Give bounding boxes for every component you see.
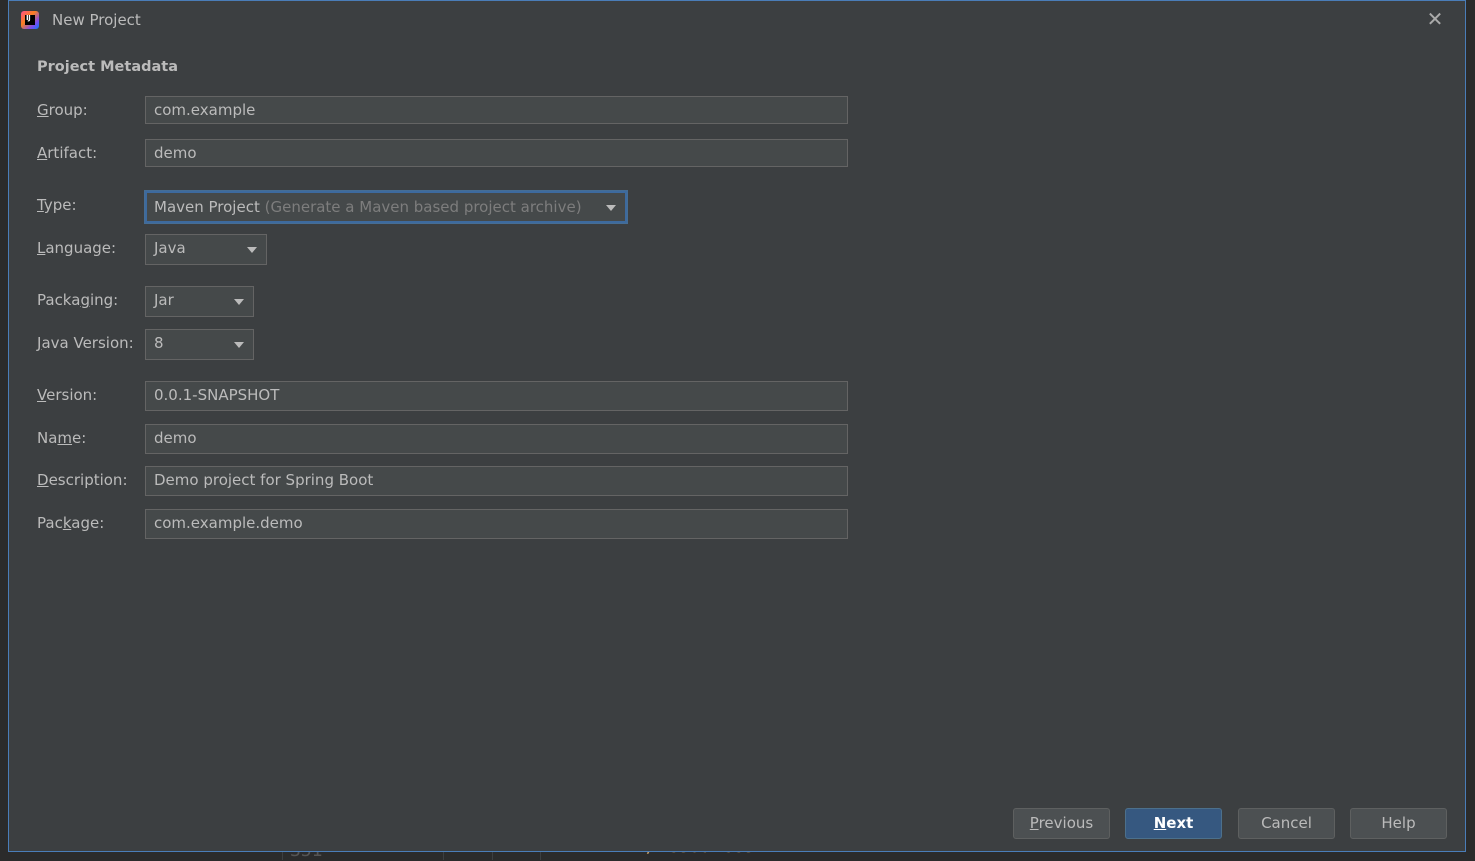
- description-label: Description:: [37, 471, 128, 489]
- java-version-dropdown[interactable]: 8: [145, 329, 254, 360]
- name-label: Name:: [37, 429, 87, 447]
- artifact-input[interactable]: demo: [145, 139, 848, 167]
- dialog-title: New Project: [52, 11, 141, 29]
- type-label: Type:: [37, 196, 77, 214]
- version-input[interactable]: 0.0.1-SNAPSHOT: [145, 381, 848, 411]
- cancel-button[interactable]: Cancel: [1238, 808, 1335, 839]
- version-label: Version:: [37, 386, 98, 404]
- name-input[interactable]: demo: [145, 424, 848, 454]
- close-icon[interactable]: ✕: [1425, 9, 1445, 29]
- language-label: Language:: [37, 239, 117, 257]
- group-label: Group:: [37, 101, 88, 119]
- description-input[interactable]: Demo project for Spring Boot: [145, 466, 848, 496]
- next-button[interactable]: Next: [1125, 808, 1222, 839]
- type-dropdown[interactable]: Maven Project (Generate a Maven based pr…: [145, 191, 627, 223]
- help-button[interactable]: Help: [1350, 808, 1447, 839]
- new-project-dialog: IJ New Project ✕ Project Metadata Group:…: [8, 0, 1466, 852]
- chevron-down-icon: [234, 342, 244, 348]
- intellij-app-icon: IJ: [21, 11, 39, 29]
- package-input[interactable]: com.example.demo: [145, 509, 848, 539]
- chevron-down-icon: [606, 205, 616, 211]
- type-hint: (Generate a Maven based project archive): [264, 198, 582, 216]
- java-version-selected-value: 8: [154, 334, 164, 352]
- language-dropdown[interactable]: Java: [145, 234, 267, 265]
- title-bar[interactable]: IJ New Project ✕: [9, 1, 1465, 39]
- section-title: Project Metadata: [37, 59, 178, 75]
- group-input[interactable]: com.example: [145, 96, 848, 124]
- chevron-down-icon: [247, 247, 257, 253]
- packaging-label: Packaging:: [37, 291, 119, 309]
- artifact-label: Artifact:: [37, 144, 98, 162]
- language-selected-value: Java: [154, 239, 186, 257]
- type-selected-value: Maven Project: [154, 198, 260, 216]
- java-version-label: Java Version:: [37, 334, 134, 352]
- chevron-down-icon: [234, 299, 244, 305]
- packaging-selected-value: Jar: [154, 291, 174, 309]
- previous-button[interactable]: Previous: [1013, 808, 1110, 839]
- packaging-dropdown[interactable]: Jar: [145, 286, 254, 317]
- package-label: Package:: [37, 514, 105, 532]
